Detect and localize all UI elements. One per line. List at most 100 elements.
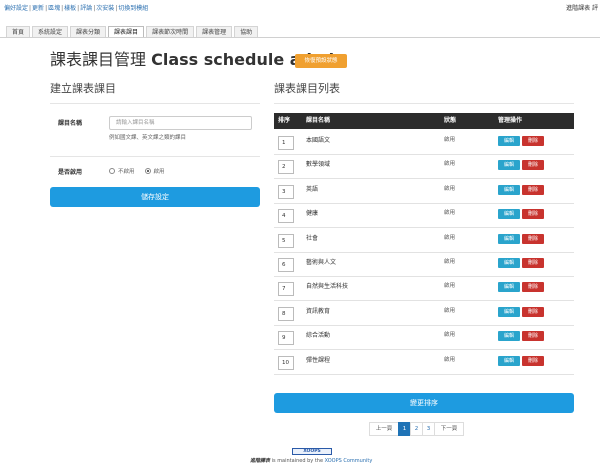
edit-button[interactable]: 編輯 (498, 209, 520, 220)
tab-system-settings[interactable]: 系統設定 (32, 26, 69, 37)
link-preferences[interactable]: 偏好設定 (4, 5, 28, 12)
order-input[interactable]: 2 (278, 160, 294, 175)
page-title-zh: 課表課目管理 (50, 50, 147, 69)
course-name: 自然與生活科技 (306, 283, 349, 291)
delete-button[interactable]: 刪除 (522, 331, 544, 342)
divider (50, 103, 260, 104)
course-name: 健康 (306, 210, 319, 218)
edit-button[interactable]: 編輯 (498, 331, 520, 342)
delete-button[interactable]: 刪除 (522, 355, 544, 366)
tab-home[interactable]: 首頁 (6, 26, 31, 37)
delete-button[interactable]: 刪除 (522, 306, 544, 317)
course-name: 本國語文 (306, 137, 331, 144)
top-admin-bar: 偏好設定|更新|區塊|樣板|評論|次安裝|切換到模組 進階課表 評 (0, 0, 600, 18)
status-text: 啟用 (444, 161, 456, 168)
delete-button[interactable]: 刪除 (522, 184, 544, 195)
admin-tab-bar: 首頁 系統設定 課表分類 課表課目 課表節次時間 課表管理 協助 (0, 26, 600, 38)
radio-enabled[interactable] (144, 168, 151, 174)
order-input[interactable]: 9 (278, 331, 294, 346)
delete-button[interactable]: 刪除 (522, 160, 544, 171)
module-admin-links: 偏好設定|更新|區塊|樣板|評論|次安裝|切換到模組 (4, 4, 148, 14)
tab-help[interactable]: 協助 (234, 26, 259, 37)
edit-button[interactable]: 編輯 (498, 306, 520, 317)
status-text: 啟用 (444, 356, 456, 363)
divider (274, 103, 574, 104)
edit-button[interactable]: 編輯 (498, 282, 520, 293)
column-actions: 管理操作 (498, 117, 523, 124)
link-reinstall[interactable]: 次安裝 (96, 5, 114, 12)
status-text: 啟用 (444, 259, 456, 265)
tab-schedule-management[interactable]: 課表管理 (196, 26, 233, 37)
delete-button[interactable]: 刪除 (522, 136, 544, 146)
radio-disabled[interactable] (109, 168, 115, 174)
change-order-button[interactable]: 變更排序 (274, 393, 574, 413)
table-row: 8 資訊教育 啟用 編輯 刪除 (274, 302, 574, 326)
link-switch-module[interactable]: 切換到模組 (118, 5, 148, 12)
table-row: 3 英語 啟用 編輯 刪除 (274, 180, 574, 204)
link-comments[interactable]: 評論 (80, 5, 92, 12)
status-text: 啟用 (444, 137, 456, 143)
tab-schedule-courses[interactable]: 課表課目 (108, 26, 145, 37)
edit-button[interactable]: 編輯 (498, 233, 520, 244)
edit-button[interactable]: 編輯 (498, 355, 520, 366)
link-update[interactable]: 更新 (32, 5, 44, 12)
table-header: 排序 課目名稱 狀態 管理操作 (274, 113, 574, 129)
separator: | (45, 5, 48, 12)
delete-button[interactable]: 刪除 (522, 282, 544, 293)
pagination-next[interactable]: 下一頁 (434, 422, 464, 436)
edit-button[interactable]: 編輯 (498, 160, 520, 171)
separator: | (93, 5, 96, 12)
delete-button[interactable]: 刪除 (522, 209, 544, 220)
save-settings-button[interactable]: 儲存設定 (50, 187, 260, 207)
order-input[interactable]: 3 (278, 184, 294, 199)
divider (50, 156, 260, 157)
create-course-heading: 建立課表課目 (50, 82, 116, 95)
order-input[interactable]: 5 (278, 233, 294, 248)
separator: | (61, 5, 64, 12)
course-list-heading: 課表課目列表 (274, 82, 340, 95)
status-text: 啟用 (444, 332, 456, 339)
course-name: 數學領域 (306, 161, 331, 169)
footer-credit: 進階課表 is maintained by the XOOPS Communit… (250, 457, 372, 464)
link-blocks[interactable]: 區塊 (48, 5, 60, 12)
status-text: 啟用 (444, 210, 456, 217)
footer-community-link[interactable]: XOOPS Community (325, 458, 373, 464)
table-row: 7 自然與生活科技 啟用 編輯 刪除 (274, 277, 574, 302)
delete-button[interactable]: 刪除 (522, 233, 544, 244)
course-name: 英語 (306, 185, 319, 193)
pagination-prev[interactable]: 上一頁 (369, 422, 399, 436)
radio-enabled-label: 啟用 (153, 169, 165, 175)
restore-defaults-button[interactable]: 恢復預設狀態 (295, 54, 347, 68)
order-input[interactable]: 8 (278, 306, 294, 321)
column-order: 排序 (278, 117, 291, 124)
edit-button[interactable]: 編輯 (498, 184, 520, 195)
status-text: 啟用 (444, 307, 456, 314)
footer-maintained-text: is maintained by the (270, 458, 325, 464)
order-input[interactable]: 10 (278, 355, 294, 370)
order-input[interactable]: 7 (278, 282, 294, 297)
edit-button[interactable]: 編輯 (498, 136, 520, 146)
tab-period-times[interactable]: 課表節次時間 (146, 26, 195, 37)
table-row: 10 彈性課程 啟用 編輯 刪除 (274, 351, 574, 375)
xoops-logo[interactable]: XOOPS (292, 448, 332, 455)
link-templates[interactable]: 樣板 (64, 5, 76, 12)
order-input[interactable]: 4 (278, 209, 294, 224)
course-name: 社會 (306, 234, 319, 242)
separator: | (29, 5, 32, 12)
course-name: 資訊教育 (306, 307, 331, 315)
course-name: 綜合活動 (306, 332, 331, 340)
radio-option-enabled[interactable]: 啟用 (144, 167, 165, 175)
footer-module-name: 進階課表 (250, 458, 271, 464)
order-input[interactable]: 1 (278, 136, 294, 150)
order-input[interactable]: 6 (278, 258, 294, 272)
course-name-input[interactable]: 請輸入課目名稱 (109, 116, 252, 130)
edit-button[interactable]: 編輯 (498, 258, 520, 268)
radio-disabled-label: 不啟用 (118, 169, 135, 175)
module-name-label: 進階課表 評 (566, 5, 598, 12)
radio-option-disabled[interactable]: 不啟用 (109, 167, 135, 175)
tab-schedule-categories[interactable]: 課表分類 (70, 26, 107, 37)
status-text: 啟用 (444, 185, 456, 192)
course-name: 彈性課程 (306, 356, 331, 364)
delete-button[interactable]: 刪除 (522, 258, 544, 268)
column-status: 狀態 (444, 117, 457, 124)
